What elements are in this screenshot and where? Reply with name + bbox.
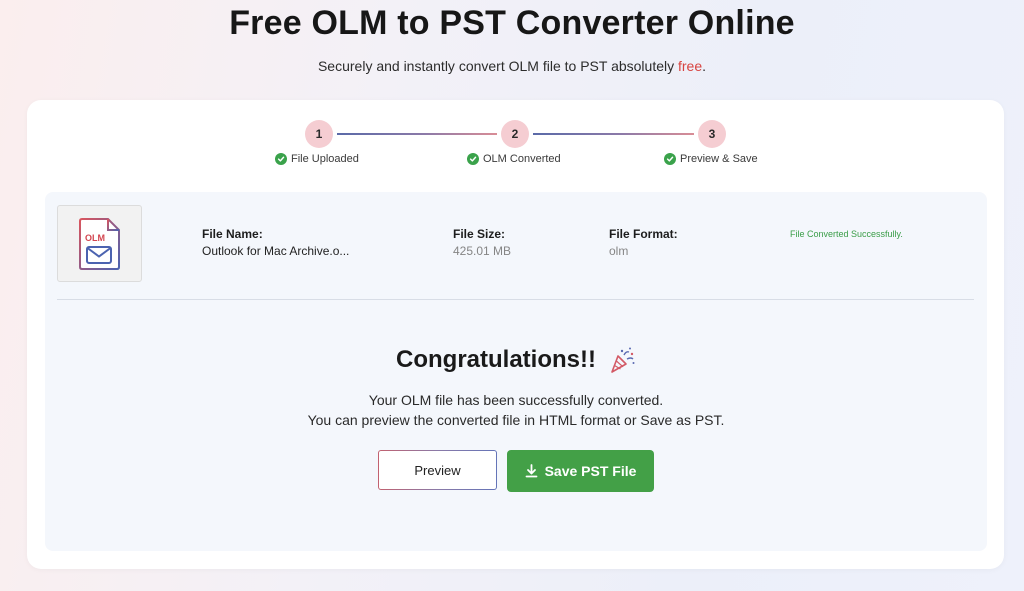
congratulations-text: Congratulations!! [396,346,596,373]
step-connector-1-2 [337,133,497,135]
instructions-message: You can preview the converted file in HT… [307,412,725,428]
olm-file-icon: OLM [78,217,120,270]
download-icon [525,464,537,478]
file-size-value: 425.01 MB [453,244,512,258]
step-3-text: Preview & Save [680,153,758,165]
file-format-label: File Format: [609,227,678,241]
subtitle-period: . [702,58,707,74]
save-pst-button[interactable]: Save PST File [507,450,654,492]
save-pst-label: Save PST File [544,463,637,479]
file-name-value: Outlook for Mac Archive.o... [202,244,350,258]
step-2-label: OLM Converted [467,153,561,165]
page-subtitle: Securely and instantly convert OLM file … [0,58,1024,74]
olm-icon-text: OLM [85,233,105,243]
subtitle-free-highlight: free [678,58,703,74]
step-1-text: File Uploaded [291,153,359,165]
congratulations-heading: Congratulations!! [45,346,987,374]
step-2-circle: 2 [501,120,529,148]
page-title: Free OLM to PST Converter Online [229,4,795,42]
file-size-label: File Size: [453,227,506,241]
file-thumbnail: OLM [57,205,142,282]
step-1-circle: 1 [305,120,333,148]
result-panel: OLM File Name: Outlook for Mac Archive.o… [45,192,987,551]
check-circle-icon [664,153,676,165]
preview-button[interactable]: Preview [378,450,497,490]
step-connector-2-3 [533,133,694,135]
conversion-status: File Converted Successfully. [790,229,903,239]
party-popper-icon [611,347,635,373]
subtitle-text: Securely and instantly convert OLM file … [317,58,678,74]
check-circle-icon [275,153,287,165]
file-name-label: File Name: [202,227,263,241]
step-3-label: Preview & Save [664,153,758,165]
step-3-circle: 3 [698,120,726,148]
progress-stepper: 1 2 3 File Uploaded OLM Converted Previe… [27,120,1004,180]
file-format-value: olm [609,244,629,258]
step-1-label: File Uploaded [275,153,359,165]
success-message: Your OLM file has been successfully conv… [368,392,664,408]
converter-card: 1 2 3 File Uploaded OLM Converted Previe… [27,100,1004,569]
check-circle-icon [467,153,479,165]
step-2-text: OLM Converted [483,153,561,165]
section-divider [57,299,974,300]
